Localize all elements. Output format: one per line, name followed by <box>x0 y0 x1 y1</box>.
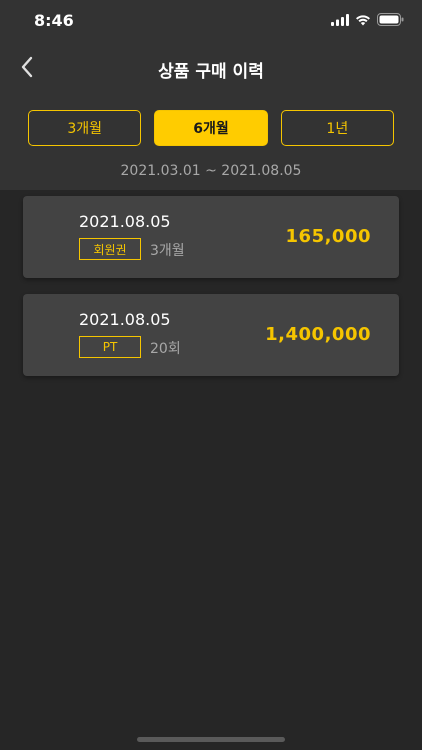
purchase-amount: 165,000 <box>285 226 371 247</box>
status-icons <box>331 11 404 30</box>
purchase-list: 2021.08.05 회원권 3개월 165,000 2021.08.05 PT… <box>23 196 399 392</box>
battery-icon <box>377 11 404 30</box>
purchase-date: 2021.08.05 <box>79 310 171 329</box>
status-time: 8:46 <box>34 11 74 30</box>
purchase-type-badge: PT <box>79 336 141 358</box>
home-indicator <box>137 737 285 742</box>
purchase-amount: 1,400,000 <box>265 324 371 345</box>
page-title: 상품 구매 이력 <box>158 62 264 82</box>
status-bar: 8:46 <box>0 0 422 44</box>
purchase-card[interactable]: 2021.08.05 회원권 3개월 165,000 <box>23 196 399 278</box>
tab-1-year[interactable]: 1년 <box>280 110 394 146</box>
purchase-type-badge: 회원권 <box>79 238 141 260</box>
date-range: 2021.03.01 ~ 2021.08.05 <box>120 163 302 179</box>
wifi-icon <box>355 11 371 30</box>
tab-3-months[interactable]: 3개월 <box>28 110 142 146</box>
purchase-duration: 3개월 <box>150 243 185 259</box>
tab-6-months[interactable]: 6개월 <box>154 110 268 146</box>
purchase-card[interactable]: 2021.08.05 PT 20회 1,400,000 <box>23 294 399 376</box>
signal-icon <box>331 11 349 30</box>
nav-bar: 상품 구매 이력 <box>0 44 422 94</box>
purchase-duration: 20회 <box>150 341 181 357</box>
period-tabs: 3개월 6개월 1년 <box>28 110 394 146</box>
purchase-date: 2021.08.05 <box>79 212 171 231</box>
